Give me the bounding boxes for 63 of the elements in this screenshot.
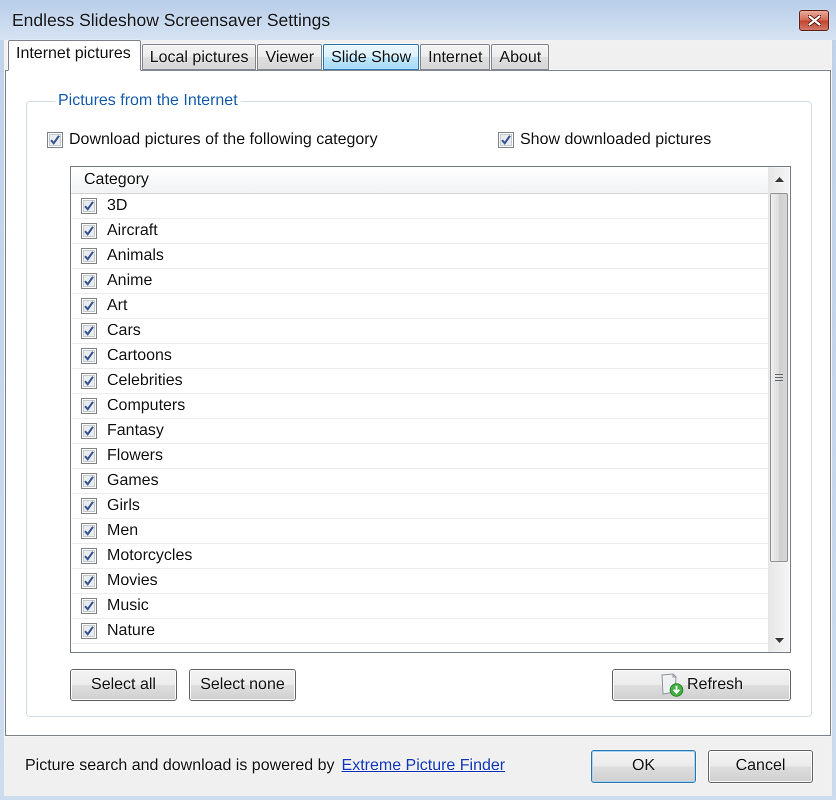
checkbox[interactable]	[81, 323, 97, 339]
cancel-button[interactable]: Cancel	[708, 750, 813, 782]
category-label[interactable]: Cartoons	[107, 347, 172, 365]
checkbox[interactable]	[81, 198, 97, 214]
close-icon	[808, 14, 820, 26]
category-label[interactable]: Aircraft	[107, 222, 158, 240]
checkbox[interactable]	[81, 423, 97, 439]
category-label[interactable]: Men	[107, 522, 138, 540]
category-label[interactable]: Nature	[107, 622, 156, 640]
credit-text: Picture search and download is powered by	[25, 757, 335, 775]
category-label[interactable]: Flowers	[107, 447, 164, 465]
tab[interactable]: About	[491, 44, 550, 70]
checkbox[interactable]	[81, 573, 97, 589]
checkbox[interactable]	[47, 132, 63, 148]
category-label[interactable]: Fantasy	[107, 422, 164, 440]
checkbox[interactable]	[81, 598, 97, 614]
category-label[interactable]: Art	[107, 297, 128, 315]
credit-link[interactable]: Extreme Picture Finder	[342, 757, 506, 775]
group-title: Pictures from the Internet	[57, 92, 239, 110]
tab[interactable]: Internet	[420, 44, 490, 70]
scroll-up-icon[interactable]	[774, 176, 784, 182]
close-button[interactable]	[799, 10, 829, 30]
checkbox[interactable]	[81, 548, 97, 564]
checkbox[interactable]	[81, 623, 97, 639]
checkbox-label[interactable]: Show downloaded pictures	[520, 131, 712, 149]
window-title: Endless Slideshow Screensaver Settings	[11, 10, 330, 30]
tab[interactable]: Local pictures	[142, 44, 256, 70]
tab[interactable]: Slide Show	[323, 44, 420, 70]
checkbox[interactable]	[81, 448, 97, 464]
category-label[interactable]: Animals	[107, 247, 164, 265]
category-label[interactable]: Girls	[107, 497, 140, 515]
select-button[interactable]: Select all	[70, 669, 177, 701]
tab[interactable]: Viewer	[257, 44, 322, 70]
ok-button[interactable]: OK	[591, 750, 696, 782]
checkbox[interactable]	[81, 473, 97, 489]
sheet-download-icon	[660, 673, 684, 697]
category-label[interactable]: Anime	[107, 272, 152, 290]
scrollbar-track[interactable]	[768, 167, 790, 652]
checkbox[interactable]	[81, 273, 97, 289]
checkbox[interactable]	[81, 248, 97, 264]
category-label[interactable]: 3D	[107, 197, 128, 215]
checkbox[interactable]	[81, 373, 97, 389]
checkbox-label[interactable]: Download pictures of the following category	[69, 131, 378, 149]
category-label[interactable]: Movies	[107, 572, 158, 590]
category-label[interactable]: Music	[107, 597, 149, 615]
category-label[interactable]: Computers	[107, 397, 186, 415]
checkbox[interactable]	[81, 523, 97, 539]
grip-icon	[775, 374, 783, 381]
category-label[interactable]: Games	[107, 472, 159, 490]
category-label[interactable]: Motorcycles	[107, 547, 192, 565]
scroll-down-icon[interactable]	[774, 638, 784, 642]
category-label[interactable]: Cars	[107, 322, 141, 340]
checkbox[interactable]	[498, 132, 514, 148]
checkbox[interactable]	[81, 398, 97, 414]
category-label[interactable]: Celebrities	[107, 372, 183, 390]
refresh-button[interactable]: Refresh	[612, 669, 791, 701]
checkbox[interactable]	[81, 223, 97, 239]
tab[interactable]: Internet pictures	[8, 40, 141, 71]
checkbox[interactable]	[81, 348, 97, 364]
scrollbar-thumb[interactable]	[770, 193, 788, 562]
select-button[interactable]: Select none	[189, 669, 296, 701]
checkbox[interactable]	[81, 498, 97, 514]
checkbox[interactable]	[81, 298, 97, 314]
